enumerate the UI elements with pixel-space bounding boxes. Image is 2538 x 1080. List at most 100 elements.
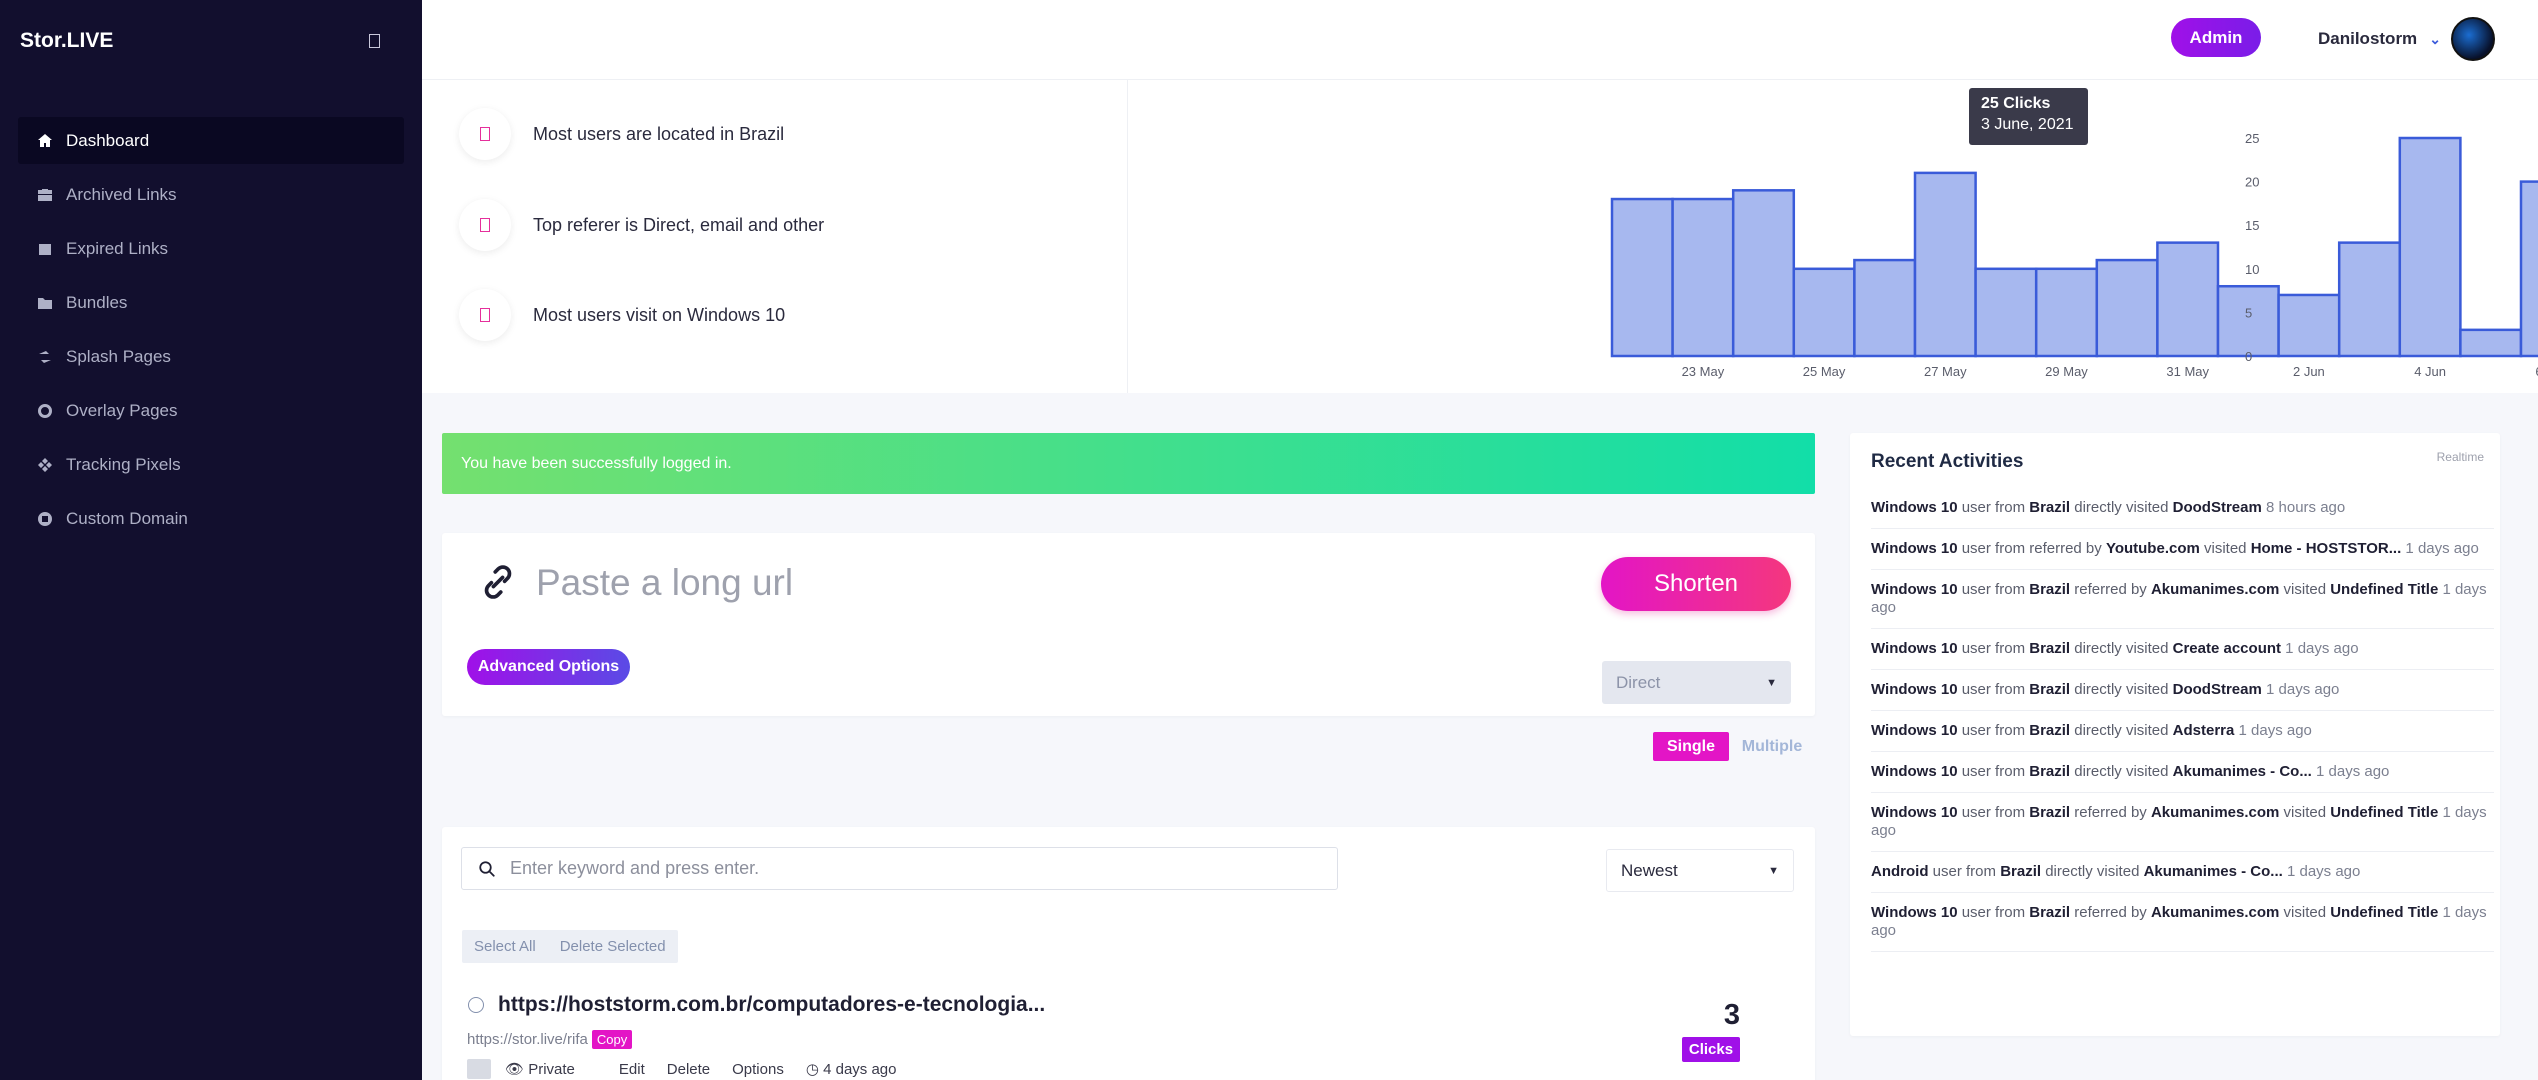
chart-bar[interactable]	[2095, 258, 2159, 358]
chart-bar[interactable]	[1610, 197, 1674, 358]
globe-icon	[468, 997, 484, 1013]
chart-bar[interactable]	[2459, 328, 2523, 358]
sidebar-item-label: Splash Pages	[66, 346, 171, 366]
admin-button[interactable]: Admin	[2171, 18, 2261, 57]
long-url-input[interactable]	[536, 558, 1336, 608]
clicks-bar-chart: 0 5 10 15 20 25 23 May 25 May 27 May 29 May 31 May…	[1610, 131, 2538, 379]
delete-selected-button[interactable]: Delete Selected	[548, 930, 678, 963]
activity-text: referred by	[2070, 804, 2151, 821]
sidebar-item-tracking-pixels[interactable]: Tracking Pixels	[18, 441, 404, 488]
brand-logo-text[interactable]: Stor.LIVE	[20, 29, 113, 53]
chart-bar[interactable]	[1913, 171, 1977, 358]
realtime-label[interactable]: Realtime	[2437, 450, 2484, 464]
recent-activities-title: Recent Activities	[1871, 451, 2024, 472]
chart-bar[interactable]	[1792, 267, 1856, 358]
advanced-options-button[interactable]: Advanced Options	[467, 649, 630, 685]
short-url-row: https://stor.live/rifa Copy	[467, 1030, 633, 1049]
sidebar-item-custom-domain[interactable]: Custom Domain	[18, 495, 404, 542]
redirect-type-select[interactable]: Direct ▼	[1602, 661, 1791, 704]
activity-text: visited	[2279, 904, 2331, 921]
mode-single-button[interactable]: Single	[1653, 732, 1729, 761]
link-url[interactable]: https://hoststorm.com.br/computadores-e-…	[498, 993, 1045, 1017]
shorten-button[interactable]: Shorten	[1601, 557, 1791, 611]
activity-text: user from	[1957, 804, 2030, 821]
activity-entity: Brazil	[2029, 681, 2071, 698]
activity-item: Windows 10 user from referred by Youtube…	[1871, 529, 2494, 570]
chevron-down-icon: ⌄	[2429, 30, 2441, 47]
activity-text: directly visited	[2070, 763, 2173, 780]
stats-panel: Most users are located in Brazil Top ref…	[422, 80, 2538, 393]
sidebar-item-archived-links[interactable]: Archived Links	[18, 171, 404, 218]
link-icon	[484, 565, 512, 599]
activity-entity: Windows 10	[1871, 640, 1958, 657]
activity-entity: Undefined Title	[2330, 904, 2439, 921]
activity-item: Windows 10 user from Brazil referred by …	[1871, 893, 2494, 952]
select-all-button[interactable]: Select All	[462, 930, 548, 963]
activity-text: visited	[2199, 540, 2251, 557]
target-icon	[36, 402, 54, 420]
activity-text: user from	[1957, 904, 2030, 921]
links-card: Enter keyword and press enter. Newest ▼ …	[442, 827, 1815, 1080]
activity-text: user from	[1957, 722, 2030, 739]
activity-entity: Windows 10	[1871, 763, 1958, 780]
activity-entity: Create account	[2172, 640, 2282, 657]
activity-entity: Akumanimes.com	[2150, 581, 2280, 598]
x-tick-label: 2 Jun	[2293, 364, 2325, 379]
activity-entity: Undefined Title	[2330, 581, 2439, 598]
row-checkbox[interactable]	[467, 1059, 491, 1079]
chart-bar[interactable]	[2277, 293, 2341, 358]
options-link[interactable]: Options	[732, 1061, 784, 1078]
sidebar-item-expired-links[interactable]: Expired Links	[18, 225, 404, 272]
activity-entity: DoodStream	[2172, 681, 2262, 698]
activity-entity: Brazil	[2029, 640, 2071, 657]
activity-item: Windows 10 user from Brazil directly vis…	[1871, 670, 2494, 711]
chart-bar[interactable]	[2216, 284, 2280, 358]
visibility-toggle[interactable]: 👁︎ Private	[505, 1060, 597, 1078]
clicks-badge: Clicks	[1682, 1037, 1740, 1062]
chart-bar[interactable]	[1671, 197, 1735, 358]
activity-entity: Brazil	[2029, 499, 2071, 516]
activity-entity: Windows 10	[1871, 681, 1958, 698]
x-tick-label: 29 May	[2045, 364, 2088, 379]
folder-icon	[36, 294, 54, 312]
chart-bar[interactable]	[1853, 258, 1917, 358]
delete-link[interactable]: Delete	[667, 1061, 710, 1078]
activity-text: user from	[1957, 681, 2030, 698]
chart-bar[interactable]	[2337, 241, 2402, 358]
link-row-url[interactable]: https://hoststorm.com.br/computadores-e-…	[468, 993, 1045, 1017]
user-menu[interactable]: Danilostorm ⌄	[2318, 17, 2495, 61]
stat-item-location: Most users are located in Brazil	[459, 108, 784, 160]
chart-bar[interactable]	[1731, 189, 1796, 358]
avatar[interactable]	[2450, 17, 2495, 61]
sidebar-item-overlay-pages[interactable]: Overlay Pages	[18, 387, 404, 434]
mode-multiple-button[interactable]: Multiple	[1737, 732, 1807, 761]
edit-link[interactable]: Edit	[619, 1061, 645, 1078]
pixel-icon	[36, 456, 54, 474]
activity-entity: Windows 10	[1871, 581, 1958, 598]
sidebar-item-splash-pages[interactable]: Splash Pages	[18, 333, 404, 380]
activity-entity: DoodStream	[2172, 499, 2262, 516]
sidebar-item-bundles[interactable]: Bundles	[18, 279, 404, 326]
briefcase-icon	[36, 186, 54, 204]
chart-tooltip: 25 Clicks 3 June, 2021	[1969, 88, 2088, 145]
activity-entity: Brazil	[2000, 863, 2042, 880]
activity-entity: Windows 10	[1871, 804, 1958, 821]
sidebar-item-label: Archived Links	[66, 184, 177, 204]
chart-bar[interactable]	[2398, 136, 2462, 358]
chart-bar[interactable]	[2519, 180, 2538, 358]
home-icon	[36, 132, 54, 150]
short-url[interactable]: https://stor.live/rifa	[467, 1031, 588, 1048]
copy-button[interactable]: Copy	[591, 1030, 633, 1049]
chart-bar[interactable]	[2034, 267, 2099, 358]
sort-select[interactable]: Newest ▼	[1606, 849, 1794, 892]
sidebar-item-dashboard[interactable]: Dashboard	[18, 117, 404, 164]
link-search-input[interactable]: Enter keyword and press enter.	[461, 847, 1338, 890]
sidebar-item-label: Custom Domain	[66, 508, 188, 528]
activity-item: Windows 10 user from Brazil directly vis…	[1871, 629, 2494, 670]
x-tick-label: 23 May	[1682, 364, 1725, 379]
activity-item: Windows 10 user from Brazil referred by …	[1871, 570, 2494, 629]
sidebar-toggle-icon[interactable]	[369, 34, 380, 48]
chart-bar[interactable]	[2156, 241, 2220, 358]
chart-bar[interactable]	[1974, 267, 2038, 358]
activity-list: Windows 10 user from Brazil directly vis…	[1871, 488, 2494, 952]
